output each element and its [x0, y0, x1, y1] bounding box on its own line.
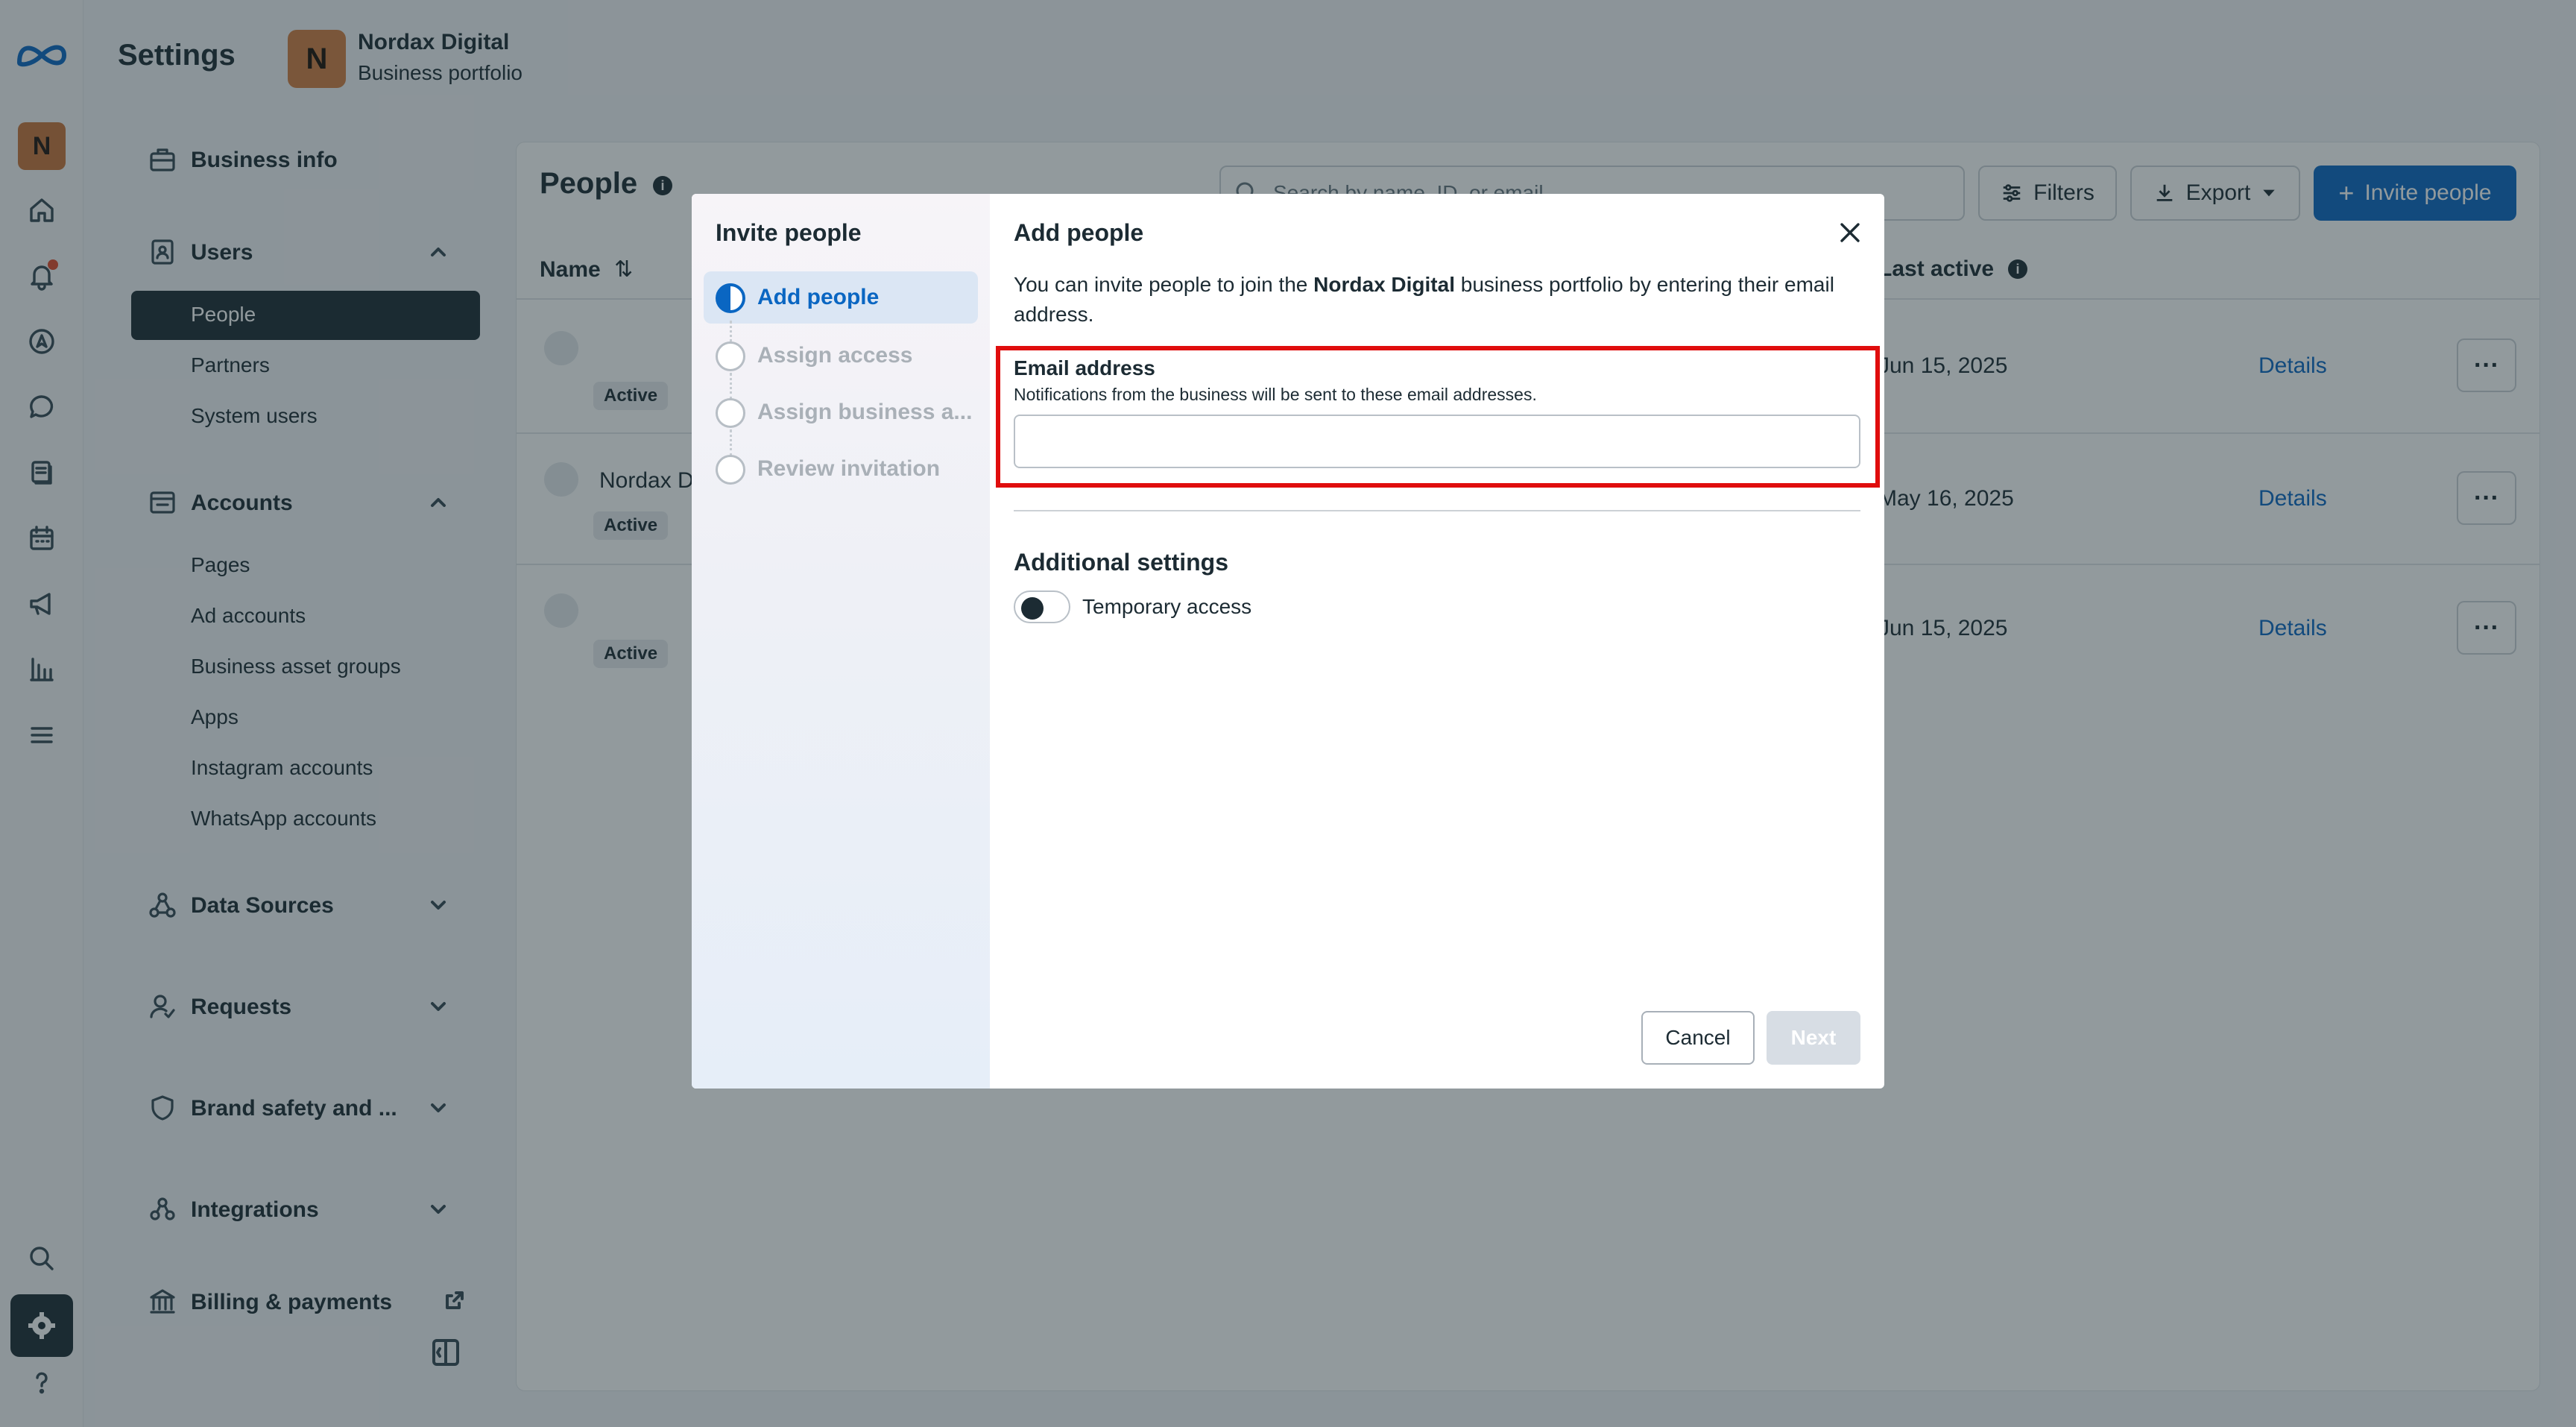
step-label-assign-business-assets[interactable]: Assign business a...	[757, 400, 972, 425]
email-hint: Notifications from the business will be …	[1014, 385, 1537, 404]
description-text: You can invite people to join the	[1014, 273, 1314, 296]
step-label-assign-access[interactable]: Assign access	[757, 343, 912, 368]
toggle-knob	[1021, 597, 1044, 620]
dialog-title: Add people	[1014, 219, 1144, 246]
step-connector	[730, 373, 732, 400]
step-connector	[730, 429, 732, 456]
step-label-review-invitation[interactable]: Review invitation	[757, 456, 940, 482]
step-label-add-people: Add people	[757, 285, 880, 309]
close-button[interactable]	[1835, 218, 1865, 248]
temporary-access-toggle[interactable]	[1014, 590, 1070, 623]
close-icon	[1840, 223, 1860, 242]
email-label: Email address	[1014, 356, 1155, 379]
step-circle-icon	[716, 341, 745, 371]
dialog-sidebar-title: Invite people	[716, 219, 862, 246]
step-circle-icon	[716, 455, 745, 485]
divider	[1014, 510, 1860, 511]
temporary-access-label: Temporary access	[1082, 595, 1252, 618]
email-address-input[interactable]	[1014, 415, 1860, 468]
invite-people-dialog: Invite people Add people Assign access A…	[692, 194, 1884, 1089]
next-button[interactable]: Next	[1767, 1011, 1860, 1065]
description-business-name: Nordax Digital	[1313, 273, 1455, 296]
dialog-description: You can invite people to join the Nordax…	[1014, 270, 1863, 330]
dialog-steps-sidebar: Invite people Add people Assign access A…	[692, 194, 990, 1089]
additional-settings-heading: Additional settings	[1014, 549, 1228, 576]
half-circle-progress-icon	[716, 283, 745, 313]
cancel-button[interactable]: Cancel	[1641, 1011, 1755, 1065]
step-circle-icon	[716, 398, 745, 428]
